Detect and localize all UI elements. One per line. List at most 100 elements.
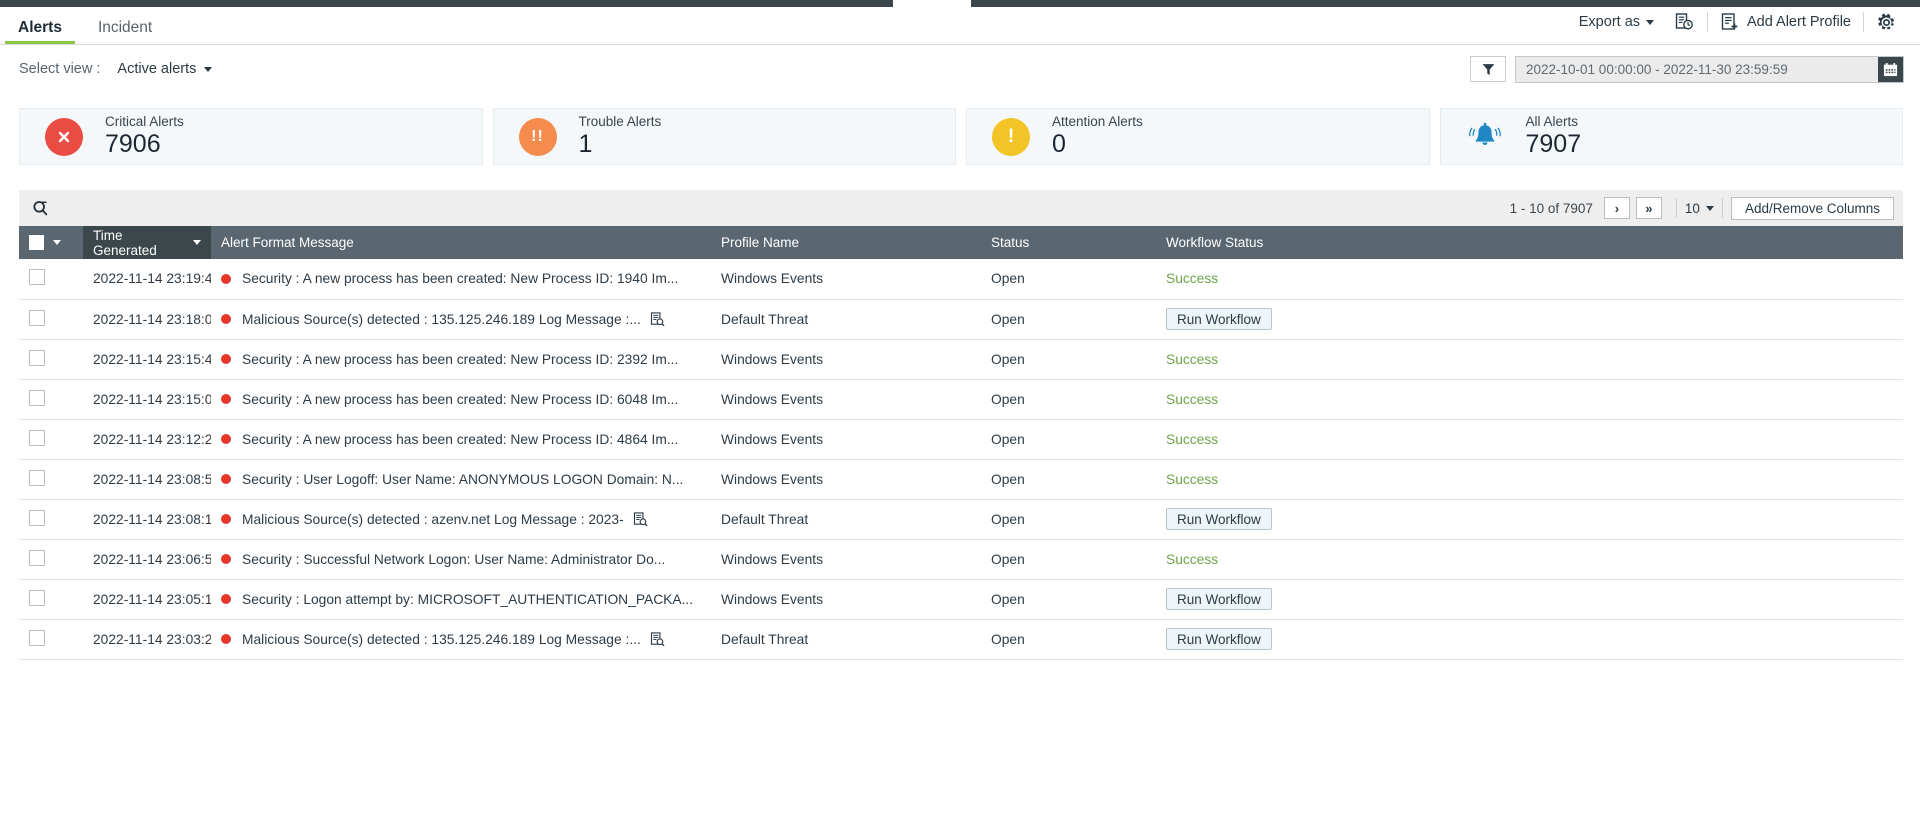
row-checkbox[interactable] [29, 469, 45, 486]
table-row[interactable]: 2022-11-14 23:03:21 Malicious Source(s) d… [19, 619, 1903, 659]
alert-message-text: Security : A new process has been create… [242, 351, 679, 367]
row-select-cell[interactable] [19, 539, 83, 579]
column-header-profile-name[interactable]: Profile Name [711, 226, 981, 259]
export-as-button[interactable]: Export as [1570, 14, 1663, 30]
view-selection-row: Select view : Active alerts [0, 46, 1920, 92]
workflow-status-text: Success [1166, 391, 1219, 407]
run-workflow-button[interactable]: Run Workflow [1166, 508, 1272, 530]
add-remove-columns-button[interactable]: Add/Remove Columns [1730, 196, 1894, 220]
run-workflow-label: Run Workflow [1177, 311, 1261, 327]
kpi-card-critical-alerts[interactable]: Critical Alerts 7906 [19, 108, 483, 165]
row-select-cell[interactable] [19, 579, 83, 619]
row-select-cell[interactable] [19, 419, 83, 459]
row-checkbox[interactable] [29, 629, 45, 646]
cell-profile-name: Windows Events [711, 339, 981, 379]
table-row[interactable]: 2022-11-14 23:15:47 Security : A new proc… [19, 339, 1903, 379]
severity-critical-dot [221, 354, 231, 364]
cell-alert-format-message: Security : Successful Network Logon: Use… [211, 539, 711, 579]
row-checkbox[interactable] [29, 309, 45, 326]
chevron-down-icon[interactable] [53, 240, 61, 245]
next-page-button[interactable]: › [1603, 197, 1630, 219]
time-generated-value: 2022-11-14 23:08:13 [93, 511, 211, 527]
cell-workflow-status: Success [1156, 259, 1903, 299]
run-workflow-button[interactable]: Run Workflow [1166, 628, 1272, 650]
workflow-status-text: Success [1166, 431, 1219, 447]
row-checkbox[interactable] [29, 389, 45, 406]
cell-profile-name: Windows Events [711, 539, 981, 579]
kpi-title: Attention Alerts [1052, 114, 1143, 130]
row-select-cell[interactable] [19, 459, 83, 499]
column-header-select-all[interactable] [19, 226, 83, 259]
sort-descending-icon[interactable] [193, 240, 201, 245]
kpi-card-row: Critical Alerts 7906 !! Trouble Alerts 1… [19, 108, 1903, 165]
column-header-workflow-status-label: Workflow Status [1166, 235, 1264, 250]
run-workflow-label: Run Workflow [1177, 511, 1261, 527]
severity-critical-dot [221, 273, 231, 284]
date-range-input[interactable] [1516, 56, 1878, 82]
table-row[interactable]: 2022-11-14 23:05:11 Security : Logon atte… [19, 579, 1903, 619]
table-row[interactable]: 2022-11-14 23:19:44 Security : A new proc… [19, 259, 1903, 299]
column-header-status-label: Status [991, 235, 1030, 250]
row-select-cell[interactable] [19, 339, 83, 379]
row-select-cell[interactable] [19, 499, 83, 539]
row-select-cell[interactable] [19, 259, 83, 299]
table-row[interactable]: 2022-11-14 23:12:28 Security : A new proc… [19, 419, 1903, 459]
calendar-button[interactable] [1878, 56, 1903, 82]
severity-critical-dot [221, 554, 231, 564]
row-checkbox[interactable] [29, 509, 45, 526]
column-header-status[interactable]: Status [981, 226, 1156, 259]
table-row[interactable]: 2022-11-14 23:08:13 Malicious Source(s) d… [19, 499, 1903, 539]
table-row[interactable]: 2022-11-14 23:18:09 Malicious Source(s) d… [19, 299, 1903, 339]
table-row[interactable]: 2022-11-14 23:06:58 Security : Successful… [19, 539, 1903, 579]
double-exclamation-icon: !! [518, 117, 557, 156]
add-remove-columns-label: Add/Remove Columns [1744, 200, 1880, 216]
settings-button[interactable] [1866, 13, 1907, 32]
row-checkbox[interactable] [29, 429, 45, 446]
select-all-checkbox[interactable] [29, 235, 44, 250]
table-toolbar-right: 1 - 10 of 7907 › » 10 Add/Remove Columns [1510, 196, 1894, 220]
filter-button[interactable] [1470, 56, 1506, 82]
kpi-card-attention-alerts[interactable]: ! Attention Alerts 0 [966, 108, 1430, 165]
cell-profile-name: Default Threat [711, 499, 981, 539]
row-checkbox[interactable] [29, 349, 45, 366]
column-header-workflow-status[interactable]: Workflow Status [1156, 226, 1903, 259]
table-row[interactable]: 2022-11-14 23:15:04 Security : A new proc… [19, 379, 1903, 419]
view-log-message-icon[interactable] [650, 631, 665, 647]
cell-workflow-status: Success [1156, 339, 1903, 379]
row-checkbox[interactable] [29, 269, 45, 286]
page-size-dropdown[interactable]: 10 [1685, 201, 1714, 216]
add-alert-profile-button[interactable]: Add Alert Profile [1710, 12, 1861, 32]
select-view-dropdown[interactable]: Active alerts [117, 61, 213, 77]
run-workflow-label: Run Workflow [1177, 591, 1261, 607]
alerts-table-container: 1 - 10 of 7907 › » 10 Add/Remove Columns [19, 190, 1903, 660]
row-checkbox[interactable] [29, 549, 45, 566]
date-range-picker[interactable] [1515, 55, 1904, 83]
row-select-cell[interactable] [19, 299, 83, 339]
search-button[interactable] [28, 200, 53, 217]
row-select-cell[interactable] [19, 379, 83, 419]
table-row[interactable]: 2022-11-14 23:08:55 Security : User Logof… [19, 459, 1903, 499]
cell-alert-format-message: Security : A new process has been create… [211, 259, 711, 299]
column-header-time-generated[interactable]: Time Generated [83, 226, 211, 259]
column-header-alert-format-message[interactable]: Alert Format Message [211, 226, 711, 259]
cell-time-generated: 2022-11-14 23:12:28 [83, 419, 211, 459]
cell-time-generated: 2022-11-14 23:08:13 [83, 499, 211, 539]
kpi-card-trouble-alerts[interactable]: !! Trouble Alerts 1 [492, 108, 956, 165]
view-log-message-icon[interactable] [633, 511, 648, 527]
row-checkbox[interactable] [29, 589, 45, 606]
kpi-card-all-alerts[interactable]: All Alerts 7907 [1439, 108, 1903, 165]
alert-message-text: Security : A new process has been create… [242, 431, 679, 447]
tab-alerts[interactable]: Alerts [0, 19, 80, 45]
scheduled-report-button[interactable] [1663, 12, 1705, 32]
status-value: Open [991, 391, 1025, 407]
profile-name-value: Default Threat [721, 311, 809, 327]
last-page-button[interactable]: » [1635, 197, 1662, 219]
run-workflow-button[interactable]: Run Workflow [1166, 588, 1272, 610]
view-log-message-icon[interactable] [650, 311, 665, 327]
run-workflow-button[interactable]: Run Workflow [1166, 308, 1272, 330]
profile-name-value: Windows Events [721, 591, 823, 607]
alert-message-text: Security : Successful Network Logon: Use… [242, 551, 666, 567]
cell-workflow-status: Run Workflow [1156, 499, 1903, 539]
row-select-cell[interactable] [19, 619, 83, 659]
tab-incident[interactable]: Incident [80, 19, 170, 45]
